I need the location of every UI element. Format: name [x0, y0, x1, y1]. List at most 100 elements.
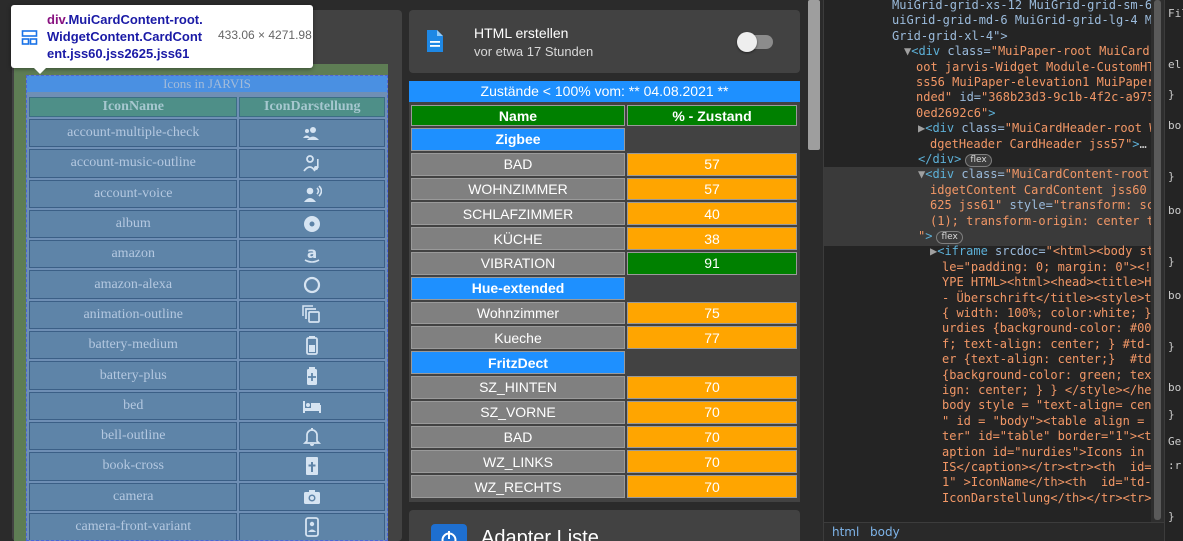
dom-tree-line[interactable]: 1" >IconName</th><th id="td-1" >	[942, 475, 1164, 490]
device-name-cell: WOHNZIMMER	[411, 177, 625, 201]
dom-tree-line[interactable]: aption id="nurdies">Icons in JARV	[942, 445, 1164, 460]
dom-token: er {text-align: center;} #td-1	[942, 352, 1164, 367]
styles-fragment: Ge	[1168, 435, 1182, 449]
icon-name-cell: camera	[29, 482, 238, 511]
dom-tree-line[interactable]: idgetContent CardContent jss60 jss2	[930, 183, 1164, 198]
dom-token: class=	[947, 44, 991, 59]
dom-token: ss56 MuiPaper-elevation1 MuiPaper-rou	[916, 75, 1164, 89]
dom-tree-line[interactable]: ▶<div class="MuiCardHeader-root Wi	[918, 121, 1164, 136]
status-table-row: WZ_LINKS 70	[411, 450, 797, 474]
status-table-row: SZ_VORNE 70	[411, 400, 797, 424]
dashboard-middle-column: HTML erstellen vor etwa 17 Stunden Zustä…	[409, 0, 800, 541]
flex-badge[interactable]: flex	[936, 231, 963, 244]
dom-tree-line[interactable]: uiGrid-grid-md-6 MuiGrid-grid-lg-4 Mui	[892, 13, 1164, 28]
icon-preview-cell	[239, 482, 385, 511]
dom-tree-line[interactable]: - Überschrift</title><style>table	[942, 291, 1164, 306]
status-table-row: WOHNZIMMER 57	[411, 177, 797, 201]
dom-tree-line[interactable]: {background-color: green; text-al	[942, 368, 1164, 383]
html-card-toggle[interactable]	[737, 32, 773, 52]
status-group-spacer	[627, 276, 797, 300]
dom-tree-line[interactable]: MuiGrid-grid-xs-12 MuiGrid-grid-sm-6 M	[892, 0, 1164, 13]
dom-token: >	[988, 105, 996, 120]
icon-preview-cell	[239, 452, 385, 481]
dom-tree-line[interactable]: (1); transform-origin: center top;	[930, 214, 1164, 229]
status-group-row: Zigbee	[411, 128, 797, 151]
dom-tree-line[interactable]: IS</caption></tr><tr><th id="td-	[942, 460, 1164, 475]
device-status-value-cell: 77	[627, 326, 797, 350]
account-multiple-check-icon	[303, 127, 320, 141]
styles-fragment: el	[1168, 57, 1182, 71]
dom-token: " id = "body"><table align = "cen	[942, 413, 1164, 428]
dom-tree-line[interactable]: body style = "text-align= center;	[942, 398, 1164, 413]
dom-tree-line[interactable]: nded" id="368b23d3-9c1b-4f2c-a975-6ce	[916, 90, 1164, 105]
dom-tree-line[interactable]: urdies {background-color: #0080f	[942, 321, 1164, 336]
dom-token: srcdoc=	[995, 244, 1046, 259]
icon-preview-cell	[239, 361, 385, 390]
dom-tree-line[interactable]: " id = "body"><table align = "cen	[942, 414, 1164, 429]
dom-tree-line[interactable]: er {text-align: center;} #td-1	[942, 352, 1164, 367]
dom-token: oot jarvis-Widget Module-CustomHTML j	[916, 59, 1164, 74]
dom-tree-line[interactable]: 0ed2692c6">	[916, 106, 995, 121]
column-header-zustand: % - Zustand	[627, 105, 797, 126]
dom-token: IS</caption></tr><tr><th id="td-	[942, 460, 1164, 474]
inspect-tooltip-selector: div.MuiCardContent-root.WidgetContent.Ca…	[47, 11, 207, 62]
flex-badge[interactable]: flex	[965, 154, 992, 167]
dom-token: "MuiPaper-root MuiCard-r	[990, 44, 1164, 59]
styles-fragment: bo	[1168, 380, 1182, 394]
elements-scrollbar[interactable]	[1151, 0, 1164, 541]
dom-tree-line[interactable]: "> flex	[918, 229, 963, 244]
dom-tree-line[interactable]: Grid-grid-xl-4">	[892, 29, 1008, 44]
page-scrollbar[interactable]	[805, 0, 823, 541]
status-group-label: Hue-extended	[411, 276, 625, 300]
page-scrollbar-thumb[interactable]	[808, 0, 820, 150]
dom-tree-line[interactable]: ter" id="table" border="1"><tr><c	[942, 429, 1164, 444]
styles-fragment: }	[1168, 88, 1175, 102]
adapter-card-title: Adapter Liste	[481, 527, 599, 541]
breadcrumb-body[interactable]: body	[870, 525, 900, 539]
battery-plus-icon	[307, 366, 318, 385]
dom-tree-line[interactable]: IconDarstellung</th></tr><tr></tr	[942, 491, 1164, 506]
dom-tree-line[interactable]: dgetHeader CardHeader jss57">…	[930, 137, 1147, 152]
icon-preview-cell	[239, 149, 385, 178]
dom-token: f; text-align: center; } #td-cent	[942, 336, 1164, 351]
dom-tree-line[interactable]: le="padding: 0; margin: 0"><!DOCT	[942, 260, 1164, 275]
status-group-row: Hue-extended	[411, 276, 797, 300]
dom-token: {background-color: green; text-al	[942, 367, 1164, 382]
dom-tree-line[interactable]: oot jarvis-Widget Module-CustomHTML j	[916, 60, 1164, 75]
dom-tree-line[interactable]: YPE HTML><html><head><title>HTML	[942, 275, 1164, 290]
toggle-knob[interactable]	[737, 32, 757, 52]
dom-tree-line[interactable]: ss56 MuiPaper-elevation1 MuiPaper-rou	[916, 75, 1164, 90]
status-group-spacer	[627, 351, 797, 374]
dom-tree-line[interactable]: ▼<div class="MuiCardContent-root W	[918, 167, 1164, 182]
device-status-value-cell: 70	[627, 425, 797, 449]
dom-tree-line[interactable]: ▼<div class="MuiPaper-root MuiCard-r	[904, 44, 1164, 59]
dom-token: class=	[961, 167, 1005, 182]
device-status-value-cell: 70	[627, 375, 797, 399]
dom-tree-line[interactable]: { width: 100%; color:white; } #n	[942, 306, 1164, 321]
document-icon	[427, 30, 443, 52]
dom-token: nded"	[916, 90, 960, 105]
icon-preview-cell	[239, 421, 385, 451]
dom-tree-line[interactable]: ign: center; } } </style></head><	[942, 383, 1164, 398]
inspect-tooltip-size: 433.06 × 4271.98	[218, 28, 312, 42]
dom-token: idgetContent CardContent jss60 jss2	[930, 182, 1164, 197]
dom-tree-line[interactable]: </div> flex	[918, 152, 992, 167]
elements-scrollbar-thumb[interactable]	[1154, 0, 1161, 520]
dom-token: 625 jss61"	[930, 198, 1010, 213]
status-table-row: BAD 70	[411, 425, 797, 449]
dom-token: "MuiCardContent-root W	[1004, 167, 1164, 182]
breadcrumb-html[interactable]: html	[832, 525, 859, 539]
device-name-cell: WZ_RECHTS	[411, 475, 625, 498]
dom-token: IconDarstellung</th></tr><tr></tr	[942, 490, 1164, 505]
status-table-row: KÜCHE 38	[411, 227, 797, 250]
dom-token: "MuiCardHeader-root Wi	[1004, 121, 1164, 136]
status-group-row: FritzDect	[411, 351, 797, 374]
animation-outline-icon	[302, 305, 321, 323]
dom-tree-line[interactable]: 625 jss61" style="transform: scale	[930, 198, 1164, 213]
dom-tree-line[interactable]: ▶<iframe srcdoc="<html><body sty	[930, 244, 1161, 259]
dom-token: >	[1132, 136, 1140, 151]
dom-token: aption id="nurdies">Icons in JARV	[942, 444, 1164, 459]
device-status-value-cell: 75	[627, 301, 797, 325]
dom-tree-line[interactable]: f; text-align: center; } #td-cent	[942, 337, 1164, 352]
dom-token: …	[1139, 136, 1147, 151]
